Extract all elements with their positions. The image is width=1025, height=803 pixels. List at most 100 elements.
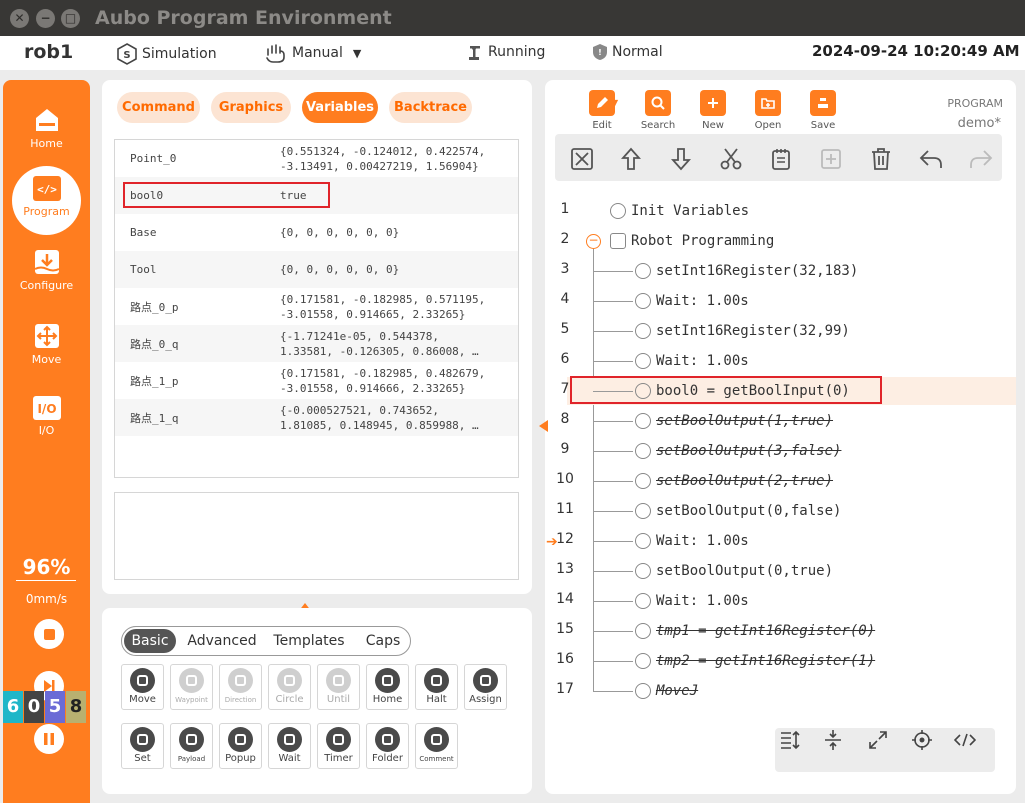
- tree-branch: [593, 691, 633, 692]
- minimize-icon[interactable]: −: [36, 9, 55, 28]
- program-line[interactable]: Wait: 1.00s: [635, 351, 749, 371]
- program-line[interactable]: setBoolOutput(2,true): [635, 471, 833, 491]
- open-button[interactable]: Open: [748, 90, 788, 131]
- tab-graphics[interactable]: Graphics: [211, 92, 291, 123]
- program-line[interactable]: Wait: 1.00s: [635, 531, 749, 551]
- edit-button[interactable]: Edit: [582, 90, 622, 131]
- line-number: 6: [560, 351, 570, 367]
- tab-variables[interactable]: Variables: [302, 92, 378, 123]
- command-halt-button[interactable]: Halt: [415, 664, 458, 710]
- command-circle-button[interactable]: Circle: [268, 664, 311, 710]
- program-line[interactable]: setInt16Register(32,99): [635, 321, 850, 341]
- program-line[interactable]: setBoolOutput(0,true): [635, 561, 833, 581]
- command-set-button[interactable]: Set: [121, 723, 164, 769]
- simulation-status[interactable]: S Simulation: [116, 43, 217, 65]
- undo-button[interactable]: [916, 144, 946, 174]
- open-folder-icon: [755, 90, 781, 116]
- close-icon[interactable]: ✕: [10, 9, 29, 28]
- program-line-text: bool0 = getBoolInput(0): [656, 383, 850, 399]
- command-assign-button[interactable]: Assign: [464, 664, 507, 710]
- table-row[interactable]: 路点_0_q {-1.71241e-05, 0.544378, 1.33581, …: [115, 325, 518, 362]
- manual-mode-dropdown[interactable]: Manual ▼: [264, 43, 361, 63]
- sidebar-item-io[interactable]: I/O I/O: [3, 395, 90, 437]
- redo-button[interactable]: [966, 144, 996, 174]
- tree-branch: [593, 271, 633, 272]
- program-line[interactable]: setInt16Register(32,183): [635, 261, 858, 281]
- program-line[interactable]: tmp2 = getInt16Register(1): [635, 651, 875, 671]
- program-line[interactable]: bool0 = getBoolInput(0): [635, 381, 850, 401]
- speed-percent[interactable]: 96%: [3, 555, 90, 579]
- command-payload-button[interactable]: Payload: [170, 723, 213, 769]
- fullscreen-button[interactable]: [862, 724, 894, 756]
- program-line[interactable]: setBoolOutput(3,false): [635, 441, 841, 461]
- paste-button[interactable]: [816, 144, 846, 174]
- cut-button[interactable]: [716, 144, 746, 174]
- move-up-button[interactable]: [616, 144, 646, 174]
- new-button[interactable]: New: [693, 90, 733, 131]
- variable-value: {-1.71241e-05, 0.544378, 1.33581, -0.126…: [280, 329, 479, 358]
- command-home-button[interactable]: Home: [366, 664, 409, 710]
- tab-command[interactable]: Command: [117, 92, 200, 123]
- tab-caps[interactable]: Caps: [358, 629, 408, 653]
- table-row[interactable]: 路点_0_p {0.171581, -0.182985, 0.571195, -3…: [115, 288, 518, 325]
- move-down-button[interactable]: [666, 144, 696, 174]
- command-wait-button[interactable]: Wait: [268, 723, 311, 769]
- sidebar-item-move[interactable]: Move: [3, 322, 90, 366]
- collapse-toggle-icon[interactable]: −: [586, 234, 601, 249]
- sidebar-item-program[interactable]: </> Program: [12, 166, 81, 235]
- svg-text:!: !: [598, 48, 602, 57]
- copy-button[interactable]: [766, 144, 796, 174]
- command-timer-button[interactable]: Timer: [317, 723, 360, 769]
- program-line[interactable]: Wait: 1.00s: [635, 291, 749, 311]
- program-line[interactable]: setBoolOutput(0,false): [635, 501, 841, 521]
- command-palette: Basic Advanced Templates Caps Move Waypoi…: [102, 608, 532, 794]
- command-until-button[interactable]: Until: [317, 664, 360, 710]
- program-line[interactable]: Wait: 1.00s: [635, 591, 749, 611]
- command-label: Waypoint: [175, 696, 208, 704]
- tab-advanced[interactable]: Advanced: [184, 629, 260, 653]
- tab-backtrace[interactable]: Backtrace: [389, 92, 472, 123]
- command-move-button[interactable]: Move: [121, 664, 164, 710]
- pause-button[interactable]: [34, 724, 64, 754]
- program-line[interactable]: Robot Programming: [610, 231, 774, 251]
- script-view-button[interactable]: [949, 724, 981, 756]
- locate-button[interactable]: [906, 724, 938, 756]
- sidebar-item-home[interactable]: Home: [3, 106, 90, 150]
- program-line[interactable]: Init Variables: [610, 201, 749, 221]
- table-row[interactable]: 路点_1_p {0.171581, -0.182985, 0.482679, -3…: [115, 362, 518, 399]
- stop-button[interactable]: [34, 619, 64, 649]
- command-direction-button[interactable]: Direction: [219, 664, 262, 710]
- table-row[interactable]: 路点_1_q {-0.000527521, 0.743652, 1.81085, …: [115, 399, 518, 436]
- sidebar-item-configure[interactable]: Configure: [3, 248, 90, 292]
- program-line-text: Wait: 1.00s: [656, 533, 749, 549]
- line-number: 11: [556, 501, 574, 517]
- command-comment-button[interactable]: Comment: [415, 723, 458, 769]
- line-number: 9: [560, 441, 570, 457]
- command-waypoint-button[interactable]: Waypoint: [170, 664, 213, 710]
- collapse-all-button[interactable]: [817, 724, 849, 756]
- tree-branch: [593, 331, 633, 332]
- new-file-icon: [700, 90, 726, 116]
- tree-branch: [593, 421, 633, 422]
- command-set-icon: [130, 727, 155, 752]
- program-line[interactable]: setBoolOutput(1,true): [635, 411, 833, 431]
- program-line[interactable]: tmp1 = getInt16Register(0): [635, 621, 875, 641]
- maximize-icon[interactable]: □: [61, 9, 80, 28]
- command-popup-button[interactable]: Popup: [219, 723, 262, 769]
- command-folder-button[interactable]: Folder: [366, 723, 409, 769]
- table-row[interactable]: Point_0 {0.551324, -0.124012, 0.422574, -…: [115, 140, 518, 177]
- collapse-left-icon[interactable]: [539, 420, 548, 432]
- table-row[interactable]: Tool {0, 0, 0, 0, 0, 0}: [115, 251, 518, 288]
- tab-basic[interactable]: Basic: [124, 629, 176, 653]
- command-label: Comment: [419, 755, 454, 763]
- save-button[interactable]: Save: [803, 90, 843, 131]
- chevron-down-icon[interactable]: ▼: [612, 98, 618, 107]
- table-row[interactable]: Base {0, 0, 0, 0, 0, 0}: [115, 214, 518, 251]
- delete-button[interactable]: [866, 144, 896, 174]
- tab-templates[interactable]: Templates: [268, 629, 350, 653]
- search-button[interactable]: Search: [638, 90, 678, 131]
- expand-all-button[interactable]: [774, 724, 806, 756]
- command-home-icon: [375, 668, 400, 693]
- suppress-button[interactable]: [567, 144, 597, 174]
- program-line[interactable]: MoveJ: [635, 681, 698, 701]
